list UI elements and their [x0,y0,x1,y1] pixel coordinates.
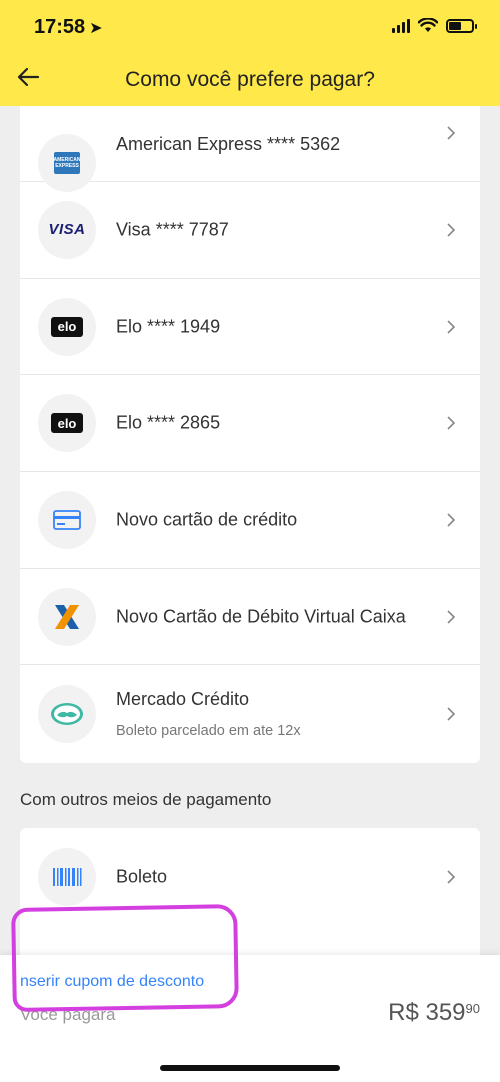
payment-option-new-credit-card[interactable]: Novo cartão de crédito [20,472,480,569]
other-methods-list: Boleto [20,828,480,958]
status-icons [392,18,477,33]
chevron-right-icon [447,513,456,527]
chevron-right-icon [447,126,456,140]
bottom-summary-panel: nserir cupom de desconto Você pagará R$ … [0,955,500,1082]
home-indicator[interactable] [160,1065,340,1071]
chevron-right-icon [447,223,456,237]
payment-option-label: Boleto [116,866,168,887]
payment-option-label: Visa **** 7787 [116,219,229,240]
total-amount: R$ 35990 [388,999,480,1027]
time-text: 17:58 [34,16,86,38]
cellular-signal-icon [392,18,410,33]
chevron-right-icon [447,870,456,884]
payment-option-elo-1949[interactable]: elo Elo **** 1949 [20,279,480,376]
payment-option-label: Elo **** 1949 [116,316,221,337]
payment-option-boleto[interactable]: Boleto [20,828,480,926]
payment-option-label: Elo **** 2865 [116,412,221,433]
payment-option-elo-2865[interactable]: elo Elo **** 2865 [20,375,480,473]
payment-methods-list: AMERICAN EXPRESS American Express **** 53… [20,106,480,764]
insert-coupon-link[interactable]: nserir cupom de desconto [20,973,204,991]
payment-option-label: Novo Cartão de Débito Virtual Caixa [116,606,406,627]
payment-option-mercado-credito[interactable]: Mercado Crédito Boleto parcelado em ate … [20,665,480,763]
payment-option-amex[interactable]: AMERICAN EXPRESS American Express **** 53… [20,106,480,192]
payment-option-sublabel: Boleto parcelado em ate 12x [116,723,301,740]
other-methods-section-title: Com outros meios de pagamento [20,790,272,809]
total-amount-cents: 90 [465,1001,480,1016]
chevron-right-icon [447,610,456,624]
barcode-icon [38,848,96,906]
total-amount-main: R$ 359 [388,999,466,1026]
total-label: Você pagará [20,1005,116,1024]
payment-option-label: Novo cartão de crédito [116,509,298,530]
location-arrow-icon: ➤ [89,20,103,37]
status-bar: 17:58 ➤ [0,0,500,54]
credit-card-icon [38,490,96,549]
elo-icon: elo [38,394,96,453]
caixa-icon [38,587,96,646]
payment-option-label: Mercado Crédito [116,689,250,710]
payment-option-caixa-debit[interactable]: Novo Cartão de Débito Virtual Caixa [20,569,480,666]
elo-icon: elo [38,297,96,356]
visa-icon: VISA [38,200,96,259]
payment-option-visa[interactable]: VISA Visa **** 7787 [20,182,480,279]
mercado-credito-icon [38,685,96,744]
chevron-right-icon [447,319,456,334]
page-title: Como você prefere pagar? [125,68,375,91]
battery-icon [446,18,477,33]
chevron-right-icon [447,416,456,430]
header-bar: 17:58 ➤ Como você prefere pagar? [0,0,500,106]
status-time: 17:58 ➤ [34,16,103,39]
nav-bar: Como você prefere pagar? [0,56,500,106]
chevron-right-icon [447,707,456,722]
payment-option-label: American Express **** 5362 [116,134,341,154]
wifi-icon [418,18,438,32]
